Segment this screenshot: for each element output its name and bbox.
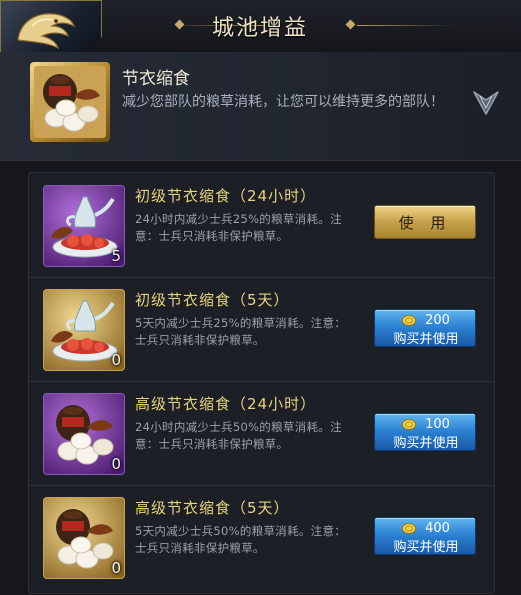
price-value: 100 [425,416,450,432]
list-item: 0 初级节衣缩食（5天） 5天内减少士兵25%的粮草消耗。注意：士兵只消耗非保护… [29,277,494,382]
item-description: 5天内减少士兵50%的粮草消耗。注意：士兵只消耗非保护粮草。 [135,524,347,555]
price-row: 400 [375,520,477,536]
item-description: 24小时内减少士兵50%的粮草消耗。注意：士兵只消耗非保护粮草。 [135,420,342,451]
title-divider-right [357,25,453,26]
header-bar: 城池增益 [0,0,521,60]
list-item: 0 高级节衣缩食（24小时） 24小时内减少士兵50%的粮草消耗。注意：士兵只消… [29,381,494,486]
page-title: 城池增益 [211,16,308,41]
back-button[interactable] [0,0,102,60]
price-value: 400 [425,520,450,536]
gold-coin-icon [402,314,417,326]
price-row: 100 [375,416,477,432]
item-description: 5天内减少士兵25%的粮草消耗。注意：士兵只消耗非保护粮草。 [135,316,347,347]
boost-title: 节衣缩食 [122,69,190,89]
teapot-feast-icon: 0 [43,289,125,371]
item-quantity: 0 [111,559,121,577]
teapot-feast-icon: 5 [43,185,125,267]
title-container: 城池增益 [110,0,410,52]
item-title: 初级节衣缩食（5天） [135,291,290,309]
use-button[interactable]: 使 用 [374,205,476,239]
buy-and-use-button[interactable]: 200 购买并使用 [374,309,476,347]
buy-and-use-button[interactable]: 400 购买并使用 [374,517,476,555]
jar-and-buns-icon: 0 [43,393,125,475]
buy-button-label: 购买并使用 [393,540,459,555]
buy-button-label: 购买并使用 [393,436,459,451]
item-title: 高级节衣缩食（24小时） [135,395,317,413]
price-row: 200 [375,312,477,328]
boost-description: 减少您部队的粮草消耗，让您可以维持更多的部队！ [122,94,444,110]
item-quantity: 0 [111,351,121,369]
item-list: 5 初级节衣缩食（24小时） 24小时内减少士兵25%的粮草消耗。注意：士兵只消… [28,172,495,594]
gold-coin-icon [402,418,417,430]
item-description: 24小时内减少士兵25%的粮草消耗。注意：士兵只消耗非保护粮草。 [135,212,342,243]
item-quantity: 5 [111,247,121,265]
gold-coin-icon [402,522,417,534]
list-item: 0 高级节衣缩食（5天） 5天内减少士兵50%的粮草消耗。注意：士兵只消耗非保护… [29,485,494,589]
dragon-emblem-icon [17,13,76,50]
item-quantity: 0 [111,455,121,473]
buy-button-label: 购买并使用 [393,332,459,347]
item-title: 初级节衣缩食（24小时） [135,187,317,205]
buy-and-use-button[interactable]: 100 购买并使用 [374,413,476,451]
list-item: 5 初级节衣缩食（24小时） 24小时内减少士兵25%的粮草消耗。注意：士兵只消… [29,173,494,278]
use-button-label: 使 用 [398,213,452,232]
jar-and-buns-icon: 0 [43,497,125,579]
chevron-down-icon[interactable] [472,88,500,118]
item-title: 高级节衣缩食（5天） [135,499,290,517]
boost-info-panel: 节衣缩食 减少您部队的粮草消耗，让您可以维持更多的部队！ [0,52,521,161]
price-value: 200 [425,312,450,328]
jar-and-buns-icon [30,62,110,142]
